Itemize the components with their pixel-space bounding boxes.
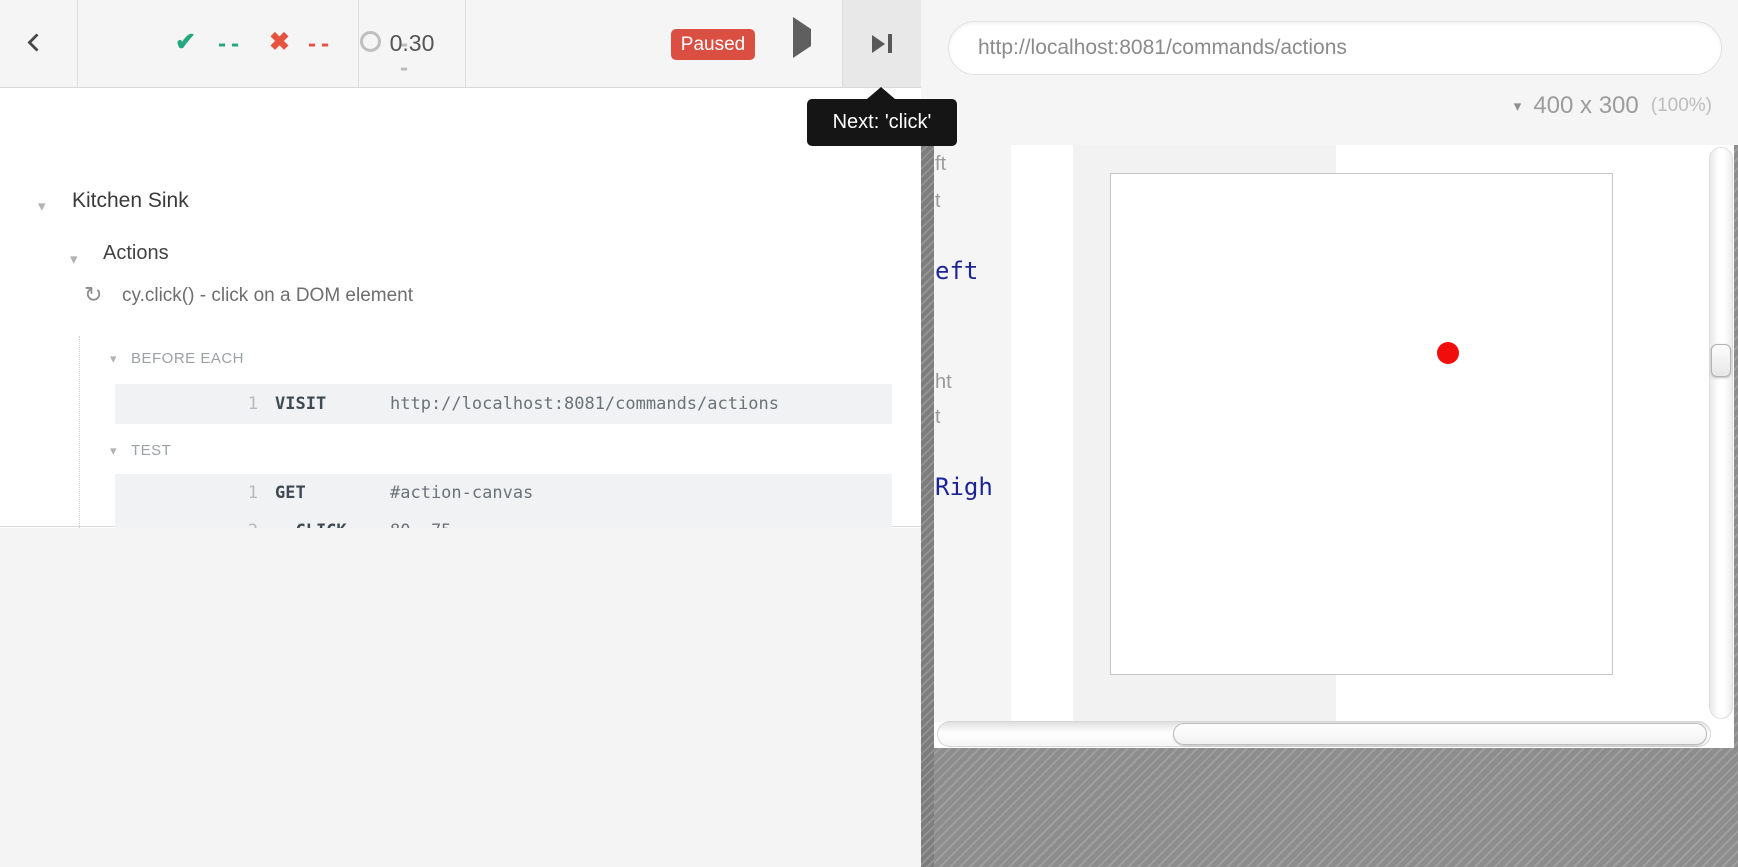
spec-title[interactable]: Kitchen Sink (72, 189, 189, 213)
aut-text-fragment: ft (935, 153, 946, 176)
command-message: #action-canvas (390, 474, 533, 512)
toolbar: ✔ -- ✖ -- -- 0.30 Paused (0, 0, 921, 88)
passed-count: -- (216, 32, 242, 56)
viewport-scale: (100%) (1651, 95, 1712, 117)
aut-text-fragment: t (935, 406, 941, 429)
aut-header: http://localhost:8081/commands/actions ▾… (921, 0, 1738, 145)
horizontal-scrollbar (937, 721, 1711, 747)
tooltip-arrow (867, 87, 895, 99)
aut-page-column-left (934, 145, 1011, 722)
paused-badge: Paused (671, 29, 755, 60)
aut-code-fragment: eft (935, 257, 978, 285)
url-address-bar[interactable]: http://localhost:8081/commands/actions (948, 21, 1722, 75)
back-button[interactable] (0, 0, 77, 87)
back-chevron-icon (27, 33, 45, 51)
tooltip-text: Next: 'click' (833, 111, 932, 133)
passed-icon: ✔ (175, 27, 196, 57)
action-canvas[interactable] (1110, 173, 1613, 675)
cypress-test-runner: ✔ -- ✖ -- -- 0.30 Paused ▾ Kitchen Sink … (0, 0, 1738, 867)
next-step-button[interactable] (842, 0, 921, 87)
command-message: http://localhost:8081/commands/actions (390, 384, 779, 424)
command-name: GET (275, 474, 306, 512)
aut-code-fragment: Righ (935, 473, 993, 501)
command-row-visit[interactable]: 1 VISIT http://localhost:8081/commands/a… (115, 384, 892, 424)
command-name: VISIT (275, 384, 326, 424)
play-icon (793, 17, 811, 58)
aut-text-fragment: t (935, 190, 941, 213)
test-section-collapse-icon[interactable]: ▾ (110, 444, 117, 457)
suite-collapse-icon[interactable]: ▾ (70, 252, 78, 267)
suite-title[interactable]: Actions (103, 242, 169, 265)
viewport-size: 400 x 300 (1533, 92, 1638, 120)
command-log-empty-area (0, 528, 921, 867)
command-number: 1 (240, 474, 258, 512)
panel-resizer[interactable] (921, 145, 934, 867)
before-each-label[interactable]: BEFORE EACH (131, 350, 244, 367)
application-under-test: ft t eft ht t Righ (934, 145, 1734, 748)
step-forward-icon (872, 35, 885, 53)
aut-text-fragment: ht (935, 371, 952, 394)
chevron-down-icon: ▾ (1514, 97, 1522, 115)
command-log-panel: ▾ Kitchen Sink ▾ Actions ↻ cy.click() - … (0, 88, 921, 527)
test-stats: ✔ -- ✖ -- -- (77, 0, 358, 87)
test-timer: 0.30 (358, 0, 465, 87)
run-controls: Paused (465, 0, 842, 87)
resume-button[interactable] (793, 29, 817, 53)
command-row-get[interactable]: 1 GET #action-canvas (115, 474, 892, 512)
test-title[interactable]: cy.click() - click on a DOM element (122, 285, 413, 307)
step-forward-bar-icon (888, 34, 892, 53)
horizontal-scrollbar-thumb[interactable] (1173, 723, 1707, 745)
before-each-collapse-icon[interactable]: ▾ (110, 352, 117, 365)
vertical-scrollbar (1709, 147, 1733, 719)
next-tooltip: Next: 'click' (807, 99, 957, 146)
failed-icon: ✖ (269, 27, 290, 57)
spec-collapse-icon[interactable]: ▾ (38, 199, 46, 214)
vertical-scrollbar-thumb[interactable] (1711, 344, 1731, 377)
rerun-test-icon[interactable]: ↻ (84, 284, 102, 306)
viewport-selector[interactable]: ▾ 400 x 300 (100%) (1514, 92, 1712, 120)
command-number: 1 (240, 384, 258, 424)
test-section-label[interactable]: TEST (131, 442, 171, 459)
click-dot (1437, 342, 1459, 364)
failed-count: -- (306, 32, 332, 56)
